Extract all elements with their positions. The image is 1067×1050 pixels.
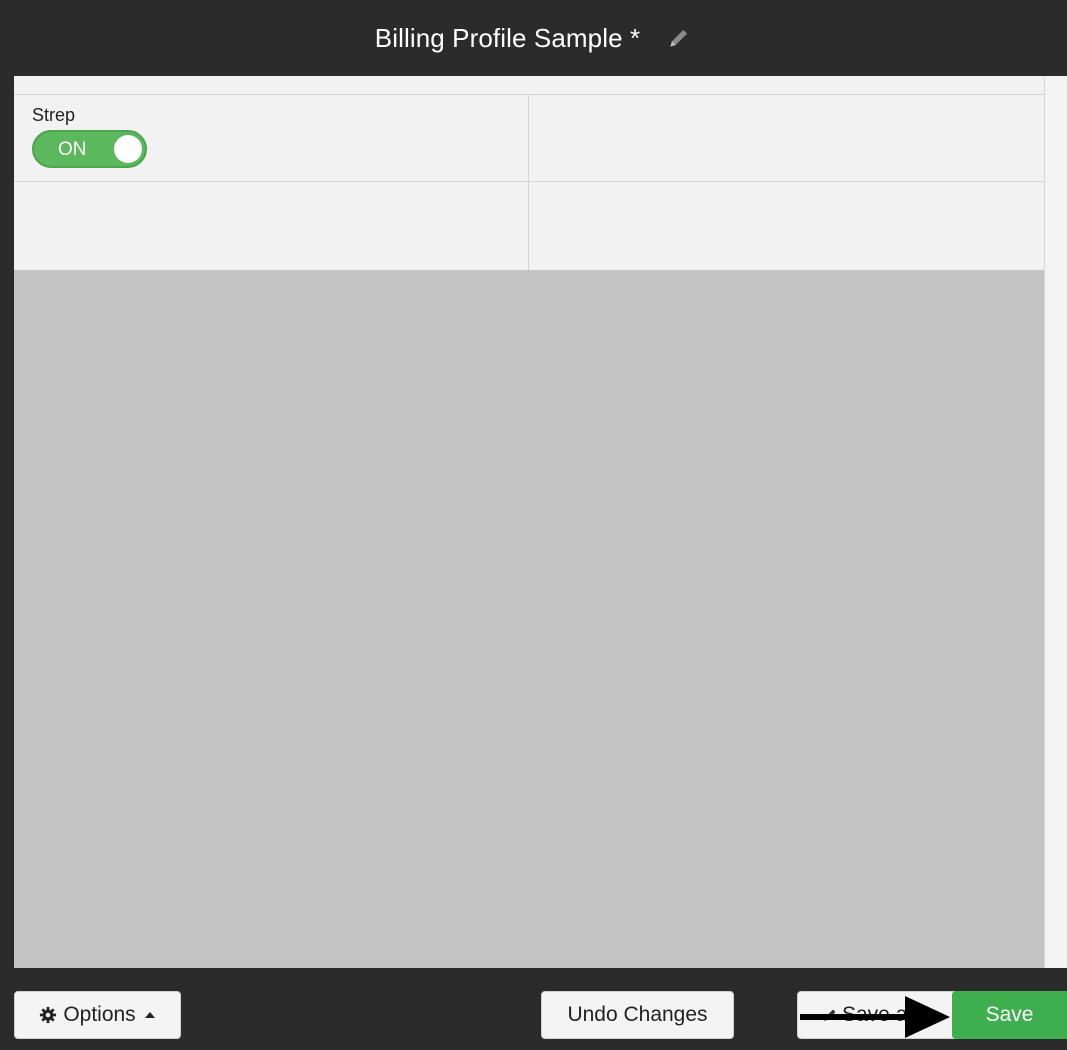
strep-label: Strep: [32, 105, 76, 125]
toggle-state-label: ON: [58, 139, 87, 160]
pencil-icon[interactable]: [666, 25, 692, 51]
grid-cell-empty: [14, 182, 529, 270]
settings-grid: Strep ON: [14, 76, 1044, 270]
save-label: Save: [985, 1003, 1034, 1026]
grid-cell-empty: [529, 182, 1044, 270]
grid-cell-strep: Strep ON: [14, 95, 529, 182]
undo-changes-label: Undo Changes: [567, 1003, 708, 1026]
options-button[interactable]: Options: [14, 991, 181, 1039]
undo-changes-button[interactable]: Undo Changes: [541, 991, 734, 1039]
arrow-right-icon: [800, 996, 950, 1038]
scrollbar-track[interactable]: [1044, 76, 1067, 968]
toggle-knob: [114, 135, 142, 163]
content-area: Strep ON: [14, 76, 1067, 968]
grid-cell-empty: [529, 95, 1044, 182]
caret-up-icon: [144, 1012, 155, 1018]
gear-icon: [40, 1006, 57, 1024]
window-header: Billing Profile Sample *: [0, 0, 1067, 76]
strep-toggle[interactable]: ON: [32, 130, 147, 168]
options-label: Options: [63, 1003, 136, 1026]
profile-title: Billing Profile Sample *: [374, 22, 641, 53]
